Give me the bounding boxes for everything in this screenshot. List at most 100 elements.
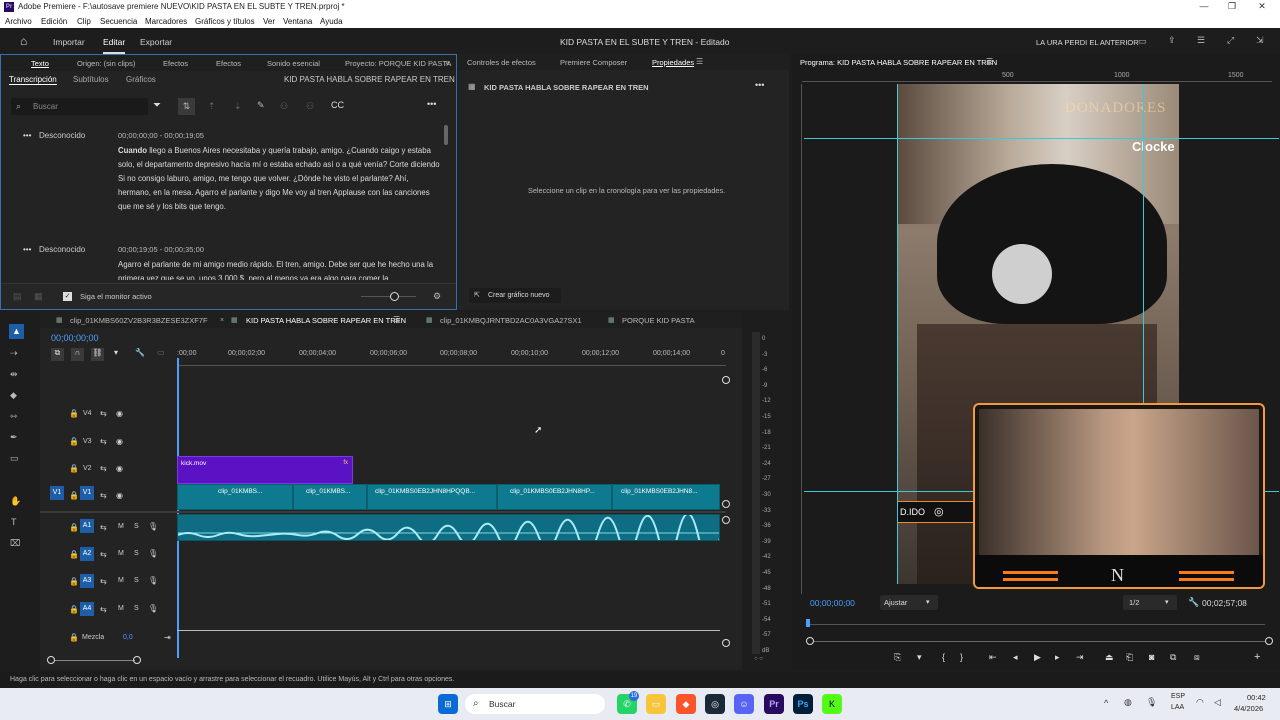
lock-icon[interactable]: 🔒 — [69, 577, 79, 586]
speaker-label[interactable]: Desconocido — [39, 245, 85, 254]
v1-clip[interactable]: clip_01KMBS0EB2JHN8... — [612, 484, 720, 510]
collapse-icon[interactable]: ⇲ — [1256, 35, 1264, 46]
lock-icon[interactable]: 🔒 — [69, 409, 79, 418]
merge-down-icon[interactable]: ⇣ — [234, 101, 242, 112]
track-divider[interactable] — [40, 511, 726, 513]
eye-icon[interactable]: ◉ — [116, 464, 123, 473]
lock-icon[interactable]: 🔒 — [69, 437, 79, 446]
group-icon[interactable]: ⚇ — [306, 101, 314, 112]
more-tabs-icon[interactable]: » — [445, 58, 449, 67]
add-button-icon[interactable]: + — [1254, 651, 1260, 663]
compare-icon[interactable]: ⧉ — [1170, 652, 1176, 663]
tab-texto[interactable]: Texto — [31, 59, 49, 68]
panel-menu-icon[interactable]: ☰ — [696, 57, 703, 66]
microphone-icon[interactable]: 🎙 — [1146, 697, 1157, 708]
sync-icon[interactable]: ⇆ — [100, 409, 107, 418]
mute-button[interactable]: M — [118, 523, 124, 530]
menu-ver[interactable]: Ver — [263, 17, 275, 26]
fit-dropdown[interactable]: Ajustar ▾ — [880, 595, 938, 610]
webcam-overlay[interactable]: N — [973, 403, 1265, 589]
home-icon[interactable]: ⌂ — [20, 34, 27, 48]
marker-icon[interactable]: ▾ — [917, 652, 922, 663]
zoom-bar[interactable] — [814, 641, 1265, 642]
h-scrollbar[interactable] — [55, 660, 135, 661]
selection-tool-icon[interactable]: ▲ — [9, 324, 24, 339]
mark-in-icon[interactable]: { — [942, 652, 945, 662]
subtab-graficos[interactable]: Gráficos — [126, 75, 156, 84]
tab-efectos2[interactable]: Efectos — [216, 59, 241, 68]
tab-premiere-composer[interactable]: Premiere Composer — [560, 58, 627, 67]
search-field[interactable]: ⌕ Buscar — [11, 98, 148, 115]
share-icon[interactable]: ⇪ — [1168, 35, 1176, 46]
v1-clip[interactable]: clip_01KMBS... — [177, 484, 293, 510]
track-label-a2[interactable]: A2 — [80, 547, 94, 561]
settings-sliders-icon[interactable]: ⚙ — [433, 291, 441, 302]
hand-icon[interactable]: ✋ — [10, 496, 21, 507]
tray-app-icon[interactable]: ◍ — [1124, 697, 1132, 708]
taskbar-search[interactable]: ⌕ Buscar — [465, 694, 605, 714]
a1-clip[interactable] — [177, 514, 720, 541]
wrench-icon[interactable]: 🔧 — [1188, 597, 1199, 608]
microphone-icon[interactable]: 🎙 — [148, 549, 158, 558]
tab-sonido[interactable]: Sonido esencial — [267, 59, 320, 68]
menu-marcadores[interactable]: Marcadores — [145, 17, 187, 26]
subtab-transcripcion[interactable]: Transcripción — [9, 75, 57, 85]
tray-chevron-icon[interactable]: ^ — [1104, 698, 1108, 708]
h-scroll-right[interactable] — [133, 656, 141, 664]
menu-ayuda[interactable]: Ayuda — [320, 17, 343, 26]
captions-icon[interactable]: CC — [331, 100, 344, 110]
clock-date[interactable]: 4/4/2026 — [1234, 704, 1263, 713]
zoom-right-handle[interactable] — [1265, 637, 1273, 645]
timeline-timecode[interactable]: 00;00;00;00 — [51, 333, 99, 343]
mute-button[interactable]: M — [118, 605, 124, 612]
wifi-icon[interactable]: ◠ — [1196, 697, 1204, 708]
speaker-icon[interactable]: ⚇ — [280, 101, 288, 112]
camera-icon[interactable]: ◙ — [1149, 652, 1154, 662]
solo-meter-icon[interactable]: ○ ○ — [754, 656, 763, 662]
lock-icon[interactable]: 🔒 — [69, 550, 79, 559]
more-options-icon[interactable]: ••• — [755, 80, 764, 90]
menu-secuencia[interactable]: Secuencia — [100, 17, 137, 26]
snap-icon[interactable]: ∩ — [71, 348, 84, 361]
menu-ventana[interactable]: Ventana — [283, 17, 312, 26]
slip-icon[interactable]: ⇿ — [10, 411, 18, 422]
folder-icon[interactable]: ▭ — [646, 694, 666, 714]
sync-icon[interactable]: ⇆ — [100, 464, 107, 473]
eye-icon[interactable]: ◉ — [116, 409, 123, 418]
sync-icon[interactable]: ⇆ — [100, 523, 107, 532]
play-icon[interactable]: ▶ — [1034, 652, 1041, 663]
sync-icon[interactable]: ⇆ — [100, 437, 107, 446]
premiere-icon[interactable]: Pr — [764, 694, 784, 714]
track-label-a3[interactable]: A3 — [80, 574, 94, 588]
v2-clip[interactable]: kick.mov fx — [177, 456, 353, 484]
menu-archivo[interactable]: Archivo — [5, 17, 32, 26]
go-to-end-icon[interactable]: ⇥ — [164, 633, 171, 642]
timeline-settings-icon[interactable]: 🔧 — [135, 348, 145, 357]
microphone-icon[interactable]: 🎙 — [148, 576, 158, 585]
playback-ruler[interactable] — [810, 624, 1265, 625]
quality-dropdown[interactable]: 1/2 ▾ — [1123, 595, 1177, 610]
tab-programa[interactable]: Programa: KID PASTA HABLA SOBRE RAPEAR E… — [800, 58, 997, 67]
mute-button[interactable]: M — [118, 577, 124, 584]
sync-icon[interactable]: ⇆ — [100, 491, 107, 500]
eye-icon[interactable]: ◉ — [116, 491, 123, 500]
lock-icon[interactable]: 🔒 — [69, 464, 79, 473]
go-to-out-icon[interactable]: ⇥ — [1076, 652, 1084, 663]
split-icon[interactable]: ⇅ — [178, 98, 195, 115]
h-scroll-left[interactable] — [47, 656, 55, 664]
sync-icon[interactable]: ⇆ — [100, 550, 107, 559]
brave-icon[interactable]: ◆ — [676, 694, 696, 714]
type-icon[interactable]: T — [11, 517, 17, 527]
microphone-icon[interactable]: 🎙 — [148, 522, 158, 531]
solo-button[interactable]: S — [134, 605, 139, 612]
go-to-in-icon[interactable]: ⇤ — [989, 652, 997, 663]
fullscreen-icon[interactable]: ⤢ — [1227, 35, 1234, 46]
track-label-a4[interactable]: A4 — [80, 602, 94, 616]
v1-clip[interactable]: clip_01KMBS0EB2JHN8HP... — [497, 484, 612, 510]
track-label-a1[interactable]: A1 — [80, 519, 94, 533]
lock-icon[interactable]: 🔒 — [69, 523, 79, 532]
new-graphic-button[interactable]: ⇱ Crear gráfico nuevo — [469, 288, 561, 303]
windows-start-icon[interactable]: ⊞ — [438, 694, 458, 714]
scrollbar[interactable] — [444, 125, 448, 145]
search-input[interactable]: Buscar — [33, 102, 58, 111]
